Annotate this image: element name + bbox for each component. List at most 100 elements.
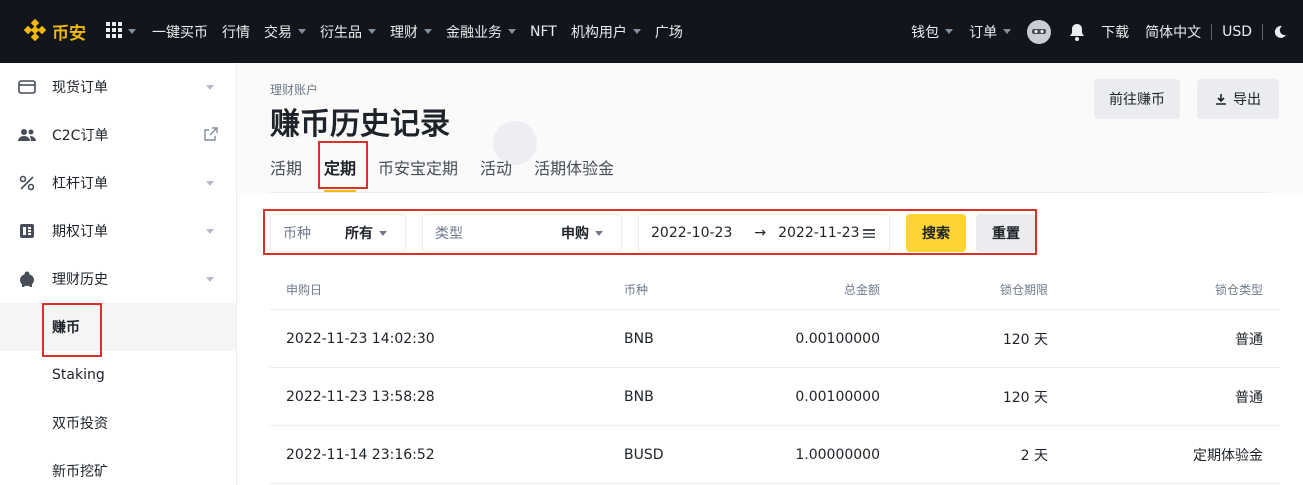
orders-label: 订单 — [969, 24, 998, 41]
cell-date: 2022-11-23 13:58:28 — [286, 388, 435, 405]
cell-lock-type: 普通 — [1235, 389, 1263, 406]
percent-icon — [18, 174, 36, 192]
sidebar-item-label: 理财历史 — [52, 272, 108, 288]
table-body: 2022-11-23 14:02:30 BNB 0.00100000 120 天普通 2… — [270, 310, 1280, 484]
options-icon — [18, 222, 36, 240]
cell-amount: 0.00100000 — [795, 388, 880, 405]
main-content: 理财账户 赚币历史记录 前往赚币 导出 活期 定期 币安宝定期 活动 活期体验金… — [238, 63, 1303, 485]
cell-coin: BNB — [624, 330, 654, 347]
cell-coin: BNB — [624, 388, 654, 405]
apps-menu-button[interactable] — [106, 21, 136, 42]
nav-right: 钱包 订单 下载 简体中文 USD — [911, 0, 1287, 63]
tab-savings-locked[interactable]: 币安宝定期 — [378, 147, 458, 193]
cell-lock-type: 定期体验金 — [1193, 447, 1263, 464]
cell-duration: 2 天 — [1020, 447, 1048, 464]
chevron-down-icon — [424, 29, 432, 34]
divider — [270, 192, 1270, 193]
nav-item-label: 理财 — [390, 24, 418, 41]
table-row: 2022-11-23 13:58:28 BNB 0.00100000 120 天 普通 — [270, 368, 1280, 426]
external-link-icon — [204, 127, 218, 145]
column-header-amount: 总金额 — [843, 283, 880, 297]
nav-item-label: NFT — [530, 23, 557, 40]
breadcrumb[interactable]: 理财账户 — [270, 81, 318, 98]
history-table: 申购日 币种 总金额 锁仓期限 锁仓类型 2022-11-23 14:02:30… — [270, 270, 1280, 484]
page-header: 理财账户 赚币历史记录 前往赚币 导出 活期 定期 币安宝定期 活动 活期体验金 — [238, 63, 1303, 193]
main-nav: 一键买币 行情 交易 衍生品 理财 金融业务 NFT 机构用户 广场 — [152, 22, 697, 42]
download-icon — [1215, 93, 1227, 105]
sidebar-item-options-orders[interactable]: 期权订单 — [0, 207, 236, 255]
nav-item-label: 广场 — [654, 24, 683, 41]
table-header: 申购日 币种 总金额 锁仓期限 锁仓类型 — [270, 270, 1280, 310]
sidebar-item-label: 期权订单 — [52, 224, 108, 240]
page-title: 赚币历史记录 — [270, 107, 450, 142]
column-header-duration: 锁仓期限 — [999, 283, 1048, 297]
column-header-coin: 币种 — [624, 283, 649, 297]
sidebar-subitem-dual-investment[interactable]: 双币投资 — [0, 399, 236, 447]
wallet-label: 钱包 — [911, 24, 940, 41]
chevron-down-icon — [508, 29, 516, 34]
sidebar-item-label: C2C订单 — [52, 128, 109, 144]
logo[interactable]: 币安 — [23, 18, 86, 45]
nav-item-4[interactable]: 理财 — [390, 22, 432, 42]
chevron-down-icon — [632, 29, 641, 34]
wallet-card-icon — [18, 78, 36, 96]
nav-item-5[interactable]: 金融业务 — [446, 22, 516, 42]
chevron-down-icon — [206, 277, 214, 282]
piggy-bank-icon — [18, 270, 36, 288]
cell-duration: 120 天 — [1002, 331, 1048, 348]
download-link[interactable]: 下载 — [1101, 22, 1129, 42]
goto-earn-button[interactable]: 前往赚币 — [1094, 79, 1180, 119]
users-icon — [18, 126, 36, 144]
nav-item-0[interactable]: 一键买币 — [152, 22, 208, 42]
chevron-down-icon — [206, 181, 214, 186]
tab-flexible[interactable]: 活期 — [270, 147, 302, 193]
chevron-down-icon — [128, 29, 136, 34]
nav-item-7[interactable]: 机构用户 — [571, 22, 641, 42]
nav-item-label: 衍生品 — [320, 24, 362, 41]
sidebar-subitem-earn[interactable]: 赚币 — [0, 303, 236, 351]
wallet-menu[interactable]: 钱包 — [911, 22, 954, 42]
sidebar-item-c2c-orders[interactable]: C2C订单 — [0, 111, 236, 159]
tab-flexible-trial[interactable]: 活期体验金 — [534, 147, 614, 193]
cell-coin: BUSD — [624, 446, 664, 463]
dark-mode-moon-icon[interactable] — [1273, 25, 1287, 39]
orders-menu[interactable]: 订单 — [969, 22, 1012, 42]
sidebar-item-margin-orders[interactable]: 杠杆订单 — [0, 159, 236, 207]
chevron-down-icon — [945, 29, 954, 34]
nav-item-6[interactable]: NFT — [530, 24, 557, 40]
sidebar-item-earn-history[interactable]: 理财历史 — [0, 255, 236, 303]
notification-bell-icon[interactable] — [1069, 23, 1085, 41]
nav-item-1[interactable]: 行情 — [222, 22, 250, 42]
cell-amount: 0.00100000 — [795, 330, 880, 347]
language-selector[interactable]: 简体中文 — [1145, 22, 1201, 42]
cell-amount: 1.00000000 — [795, 446, 880, 463]
nav-item-label: 机构用户 — [570, 24, 627, 41]
cell-duration: 120 天 — [1002, 389, 1048, 406]
sidebar-item-label: 杠杆订单 — [52, 176, 108, 192]
sidebar-item-label: 现货订单 — [52, 80, 108, 96]
currency-selector[interactable]: USD — [1222, 24, 1252, 40]
export-button[interactable]: 导出 — [1197, 79, 1279, 119]
grid-icon — [106, 21, 122, 42]
column-header-lock-type: 锁仓类型 — [1214, 283, 1263, 297]
binance-logo-icon — [23, 18, 47, 45]
sidebar-subitem-staking[interactable]: Staking — [0, 351, 236, 399]
nav-item-8[interactable]: 广场 — [655, 22, 683, 42]
nav-item-2[interactable]: 交易 — [264, 22, 306, 42]
divider — [1211, 23, 1213, 40]
nav-item-3[interactable]: 衍生品 — [320, 22, 376, 42]
brand-name: 币安 — [52, 24, 86, 44]
highlight-box — [42, 303, 102, 357]
avatar[interactable] — [1027, 19, 1052, 44]
tab-activity[interactable]: 活动 — [480, 147, 512, 193]
highlight-box — [263, 209, 1037, 255]
sidebar-subitem-launchpool[interactable]: 新币挖矿 — [0, 447, 236, 485]
divider — [1262, 23, 1263, 40]
chevron-down-icon — [206, 85, 214, 90]
nav-item-label: 金融业务 — [446, 24, 502, 41]
nav-item-label: 交易 — [264, 24, 292, 41]
cell-date: 2022-11-23 14:02:30 — [286, 330, 435, 347]
sidebar-item-spot-orders[interactable]: 现货订单 — [0, 63, 236, 111]
export-label: 导出 — [1233, 92, 1261, 108]
highlight-box — [318, 141, 368, 189]
